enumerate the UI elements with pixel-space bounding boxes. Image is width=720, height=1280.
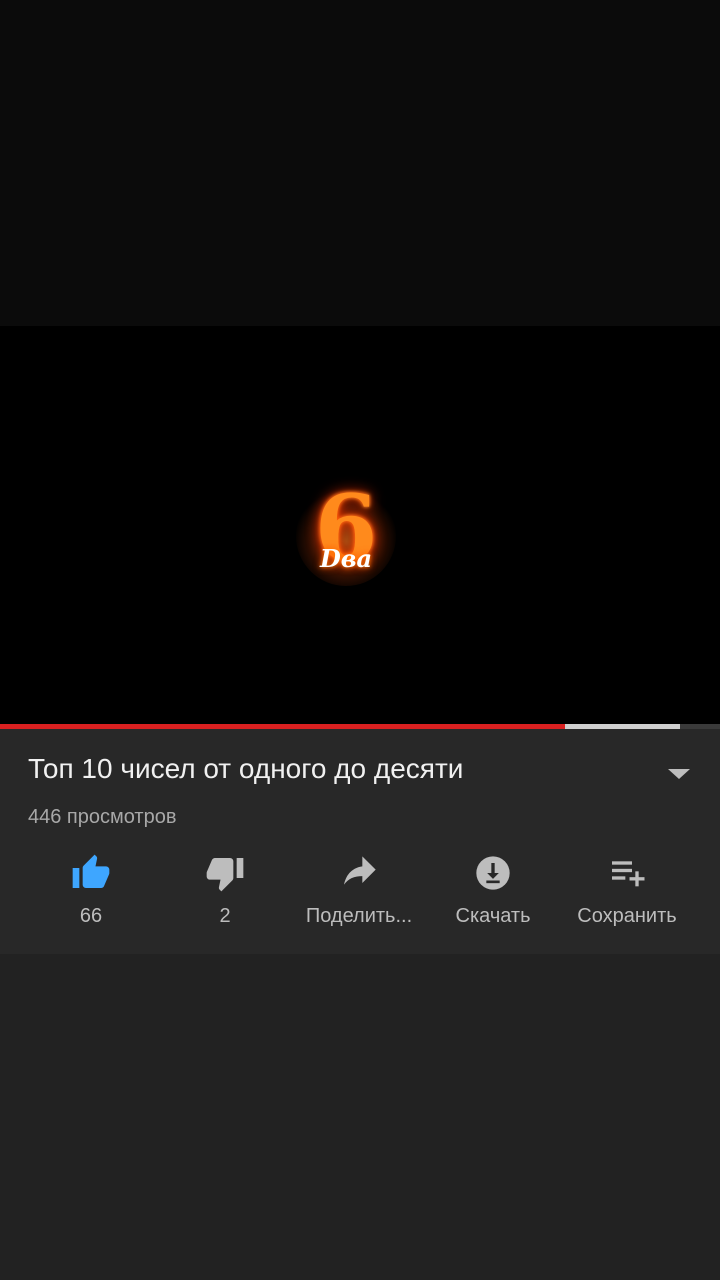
chevron-down-icon[interactable] [664,763,694,783]
share-button[interactable]: Поделить... [289,847,429,937]
dislike-count: 2 [219,905,231,927]
download-button[interactable]: Скачать [423,847,563,937]
video-player[interactable]: 6 Dва [0,326,720,726]
video-frame-graphic: 6 Dва [296,478,396,586]
video-info-panel: Топ 10 чисел от одного до десяти 446 про… [0,729,720,954]
like-button[interactable]: 66 [21,847,161,937]
below-info-area [0,954,720,1280]
like-count: 66 [79,905,103,927]
download-label: Скачать [455,905,531,927]
thumb-down-icon [205,853,245,893]
frame-caption: Dва [319,544,373,573]
save-label: Сохранить [577,905,677,927]
share-label: Поделить... [305,905,413,927]
share-icon [339,853,379,893]
video-title[interactable]: Топ 10 чисел от одного до десяти [28,753,648,785]
dislike-button[interactable]: 2 [155,847,295,937]
save-playlist-icon [607,853,647,893]
download-icon [473,853,513,893]
thumb-up-icon [71,853,111,893]
view-count: 446 просмотров [28,806,177,828]
top-black-area [0,0,720,326]
save-button[interactable]: Сохранить [557,847,697,937]
